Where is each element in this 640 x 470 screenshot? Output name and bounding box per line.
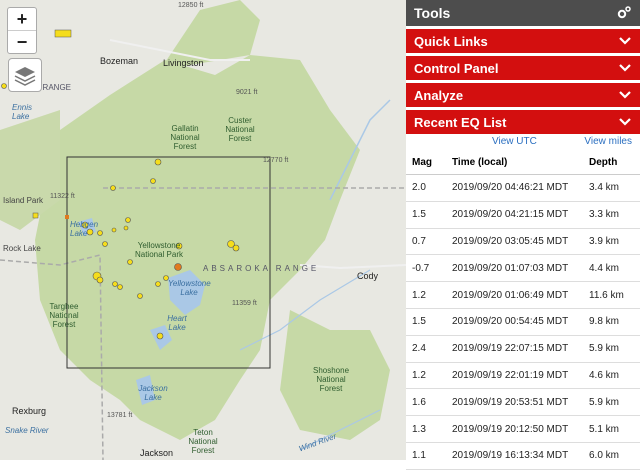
table-row[interactable]: 1.6 2019/09/19 20:53:51 MDT 5.9 km: [406, 389, 640, 417]
eq-mag: 1.6: [412, 396, 426, 408]
view-miles-link[interactable]: View miles: [584, 134, 632, 150]
label-hebgen: Hebgen Lake: [70, 220, 99, 238]
chevron-down-icon: [619, 37, 631, 45]
eq-depth: 5.1 km: [589, 423, 620, 435]
section-label: Control Panel: [414, 60, 499, 76]
table-row[interactable]: 1.2 2019/09/19 22:01:19 MDT 4.6 km: [406, 363, 640, 390]
layers-button[interactable]: [8, 58, 42, 92]
tools-panel: Tools Quick Links Control Panel Analyze …: [406, 0, 640, 470]
table-row[interactable]: 1.2 2019/09/20 01:06:49 MDT 11.6 km: [406, 282, 640, 309]
section-label: Recent EQ List: [414, 114, 507, 130]
section-control-panel[interactable]: Control Panel: [406, 56, 640, 80]
label-elev-9021: 9021 ft: [236, 89, 258, 96]
eq-mag: 0.7: [412, 235, 426, 247]
eq-time: 2019/09/20 00:54:45 MDT: [452, 316, 569, 328]
eq-depth: 5.9 km: [589, 396, 620, 408]
eq-depth: 3.9 km: [589, 235, 620, 247]
table-row[interactable]: 1.1 2019/09/19 16:13:34 MDT 6.0 km: [406, 443, 640, 470]
label-elev-12850: 12850 ft: [178, 2, 204, 9]
label-elev-11322: 11322 ft: [50, 193, 75, 200]
eq-list-options: View UTC View miles: [406, 134, 640, 150]
eq-time: 2019/09/19 20:53:51 MDT: [452, 396, 569, 408]
column-mag: Mag: [412, 156, 432, 168]
eq-time: 2019/09/19 22:07:15 MDT: [452, 343, 569, 355]
label-custer: Custer National Forest: [225, 116, 255, 143]
zoom-in-button[interactable]: +: [8, 8, 36, 30]
section-label: Analyze: [414, 87, 464, 103]
table-row[interactable]: 2.4 2019/09/19 22:07:15 MDT 5.9 km: [406, 336, 640, 363]
label-cody: Cody: [357, 271, 379, 281]
eq-depth: 5.9 km: [589, 343, 620, 355]
eq-depth: 11.6 km: [589, 289, 624, 301]
eq-mag: 1.2: [412, 369, 426, 381]
table-row[interactable]: -0.7 2019/09/20 01:07:03 MDT 4.4 km: [406, 255, 640, 283]
label-elev-11359: 11359 ft: [232, 300, 257, 307]
label-jackson-lake: Jackson Lake: [138, 384, 168, 402]
eq-depth: 3.3 km: [589, 209, 620, 221]
label-livingston: Livingston: [163, 58, 204, 68]
label-island-park: Island Park: [3, 196, 44, 205]
table-row[interactable]: 1.3 2019/09/19 20:12:50 MDT 5.1 km: [406, 416, 640, 443]
eq-time: 2019/09/20 04:21:15 MDT: [452, 209, 569, 221]
section-quick-links[interactable]: Quick Links: [406, 29, 640, 53]
column-time: Time (local): [452, 156, 508, 168]
eq-mag: 2.0: [412, 182, 426, 194]
label-yellowstone-park: Yellowstone National Park: [134, 241, 184, 259]
label-targhee: Targhee National Forest: [49, 302, 79, 329]
zoom-out-button[interactable]: −: [8, 30, 36, 53]
tools-title: Tools: [414, 5, 451, 21]
label-jackson: Jackson: [140, 448, 174, 458]
eq-time: 2019/09/19 22:01:19 MDT: [452, 369, 569, 381]
chevron-down-icon: [619, 64, 631, 72]
label-teton: Teton National Forest: [188, 428, 218, 455]
label-snake-river: Snake River: [5, 426, 49, 435]
eq-table-header: Mag Time (local) Depth: [406, 150, 640, 175]
chevron-down-icon: [619, 91, 631, 99]
label-elev-13781: 13781 ft: [107, 412, 133, 419]
eq-time: 2019/09/19 20:12:50 MDT: [452, 423, 569, 435]
eq-time: 2019/09/20 04:46:21 MDT: [452, 182, 569, 194]
eq-mag: 1.5: [412, 316, 426, 328]
table-row[interactable]: 1.5 2019/09/20 00:54:45 MDT 9.8 km: [406, 309, 640, 336]
table-row[interactable]: 0.7 2019/09/20 03:05:45 MDT 3.9 km: [406, 229, 640, 256]
label-yellowstone-lake: Yellowstone Lake: [168, 279, 211, 297]
label-heart-lake: Heart Lake: [167, 314, 187, 332]
section-label: Quick Links: [414, 33, 488, 49]
map-view[interactable]: Bozeman Livingston 9021 ft 12850 ft 1277…: [0, 0, 406, 460]
chevron-down-icon: [619, 118, 631, 126]
eq-time: 2019/09/20 01:06:49 MDT: [452, 289, 569, 301]
label-gallatin: Gallatin National Forest: [170, 124, 200, 151]
label-shoshone: Shoshone National Forest: [312, 366, 350, 393]
label-ennis-lake: Ennis Lake: [12, 103, 33, 121]
view-utc-link[interactable]: View UTC: [492, 134, 537, 150]
eq-time: 2019/09/20 03:05:45 MDT: [452, 235, 569, 247]
eq-depth: 4.4 km: [589, 262, 620, 274]
tools-header: Tools: [406, 0, 640, 26]
label-bozeman: Bozeman: [100, 56, 139, 66]
column-depth: Depth: [589, 156, 618, 168]
label-absaroka: ABSAROKA RANGE: [203, 264, 320, 273]
label-rock-lake: Rock Lake: [3, 244, 41, 253]
layers-icon: [14, 67, 36, 86]
eq-mag: 1.5: [412, 209, 426, 221]
zoom-control: + −: [7, 7, 37, 54]
eq-depth: 4.6 km: [589, 369, 620, 381]
eq-depth: 3.4 km: [589, 182, 620, 194]
section-analyze[interactable]: Analyze: [406, 83, 640, 107]
eq-time: 2019/09/20 01:07:03 MDT: [452, 262, 569, 274]
label-elev-12770: 12770 ft: [263, 157, 289, 164]
eq-mag: 1.2: [412, 289, 426, 301]
gear-icon[interactable]: [616, 5, 632, 21]
table-row[interactable]: 2.0 2019/09/20 04:46:21 MDT 3.4 km: [406, 175, 640, 202]
eq-depth: 9.8 km: [589, 316, 620, 328]
label-rexburg: Rexburg: [12, 406, 47, 416]
eq-mag: -0.7: [412, 262, 430, 274]
eq-mag: 2.4: [412, 343, 426, 355]
eq-mag: 1.3: [412, 423, 426, 435]
section-recent-eq-list[interactable]: Recent EQ List: [406, 110, 640, 134]
table-row[interactable]: 1.5 2019/09/20 04:21:15 MDT 3.3 km: [406, 202, 640, 229]
eq-table-body: 2.0 2019/09/20 04:46:21 MDT 3.4 km 1.5 2019…: [406, 175, 640, 470]
